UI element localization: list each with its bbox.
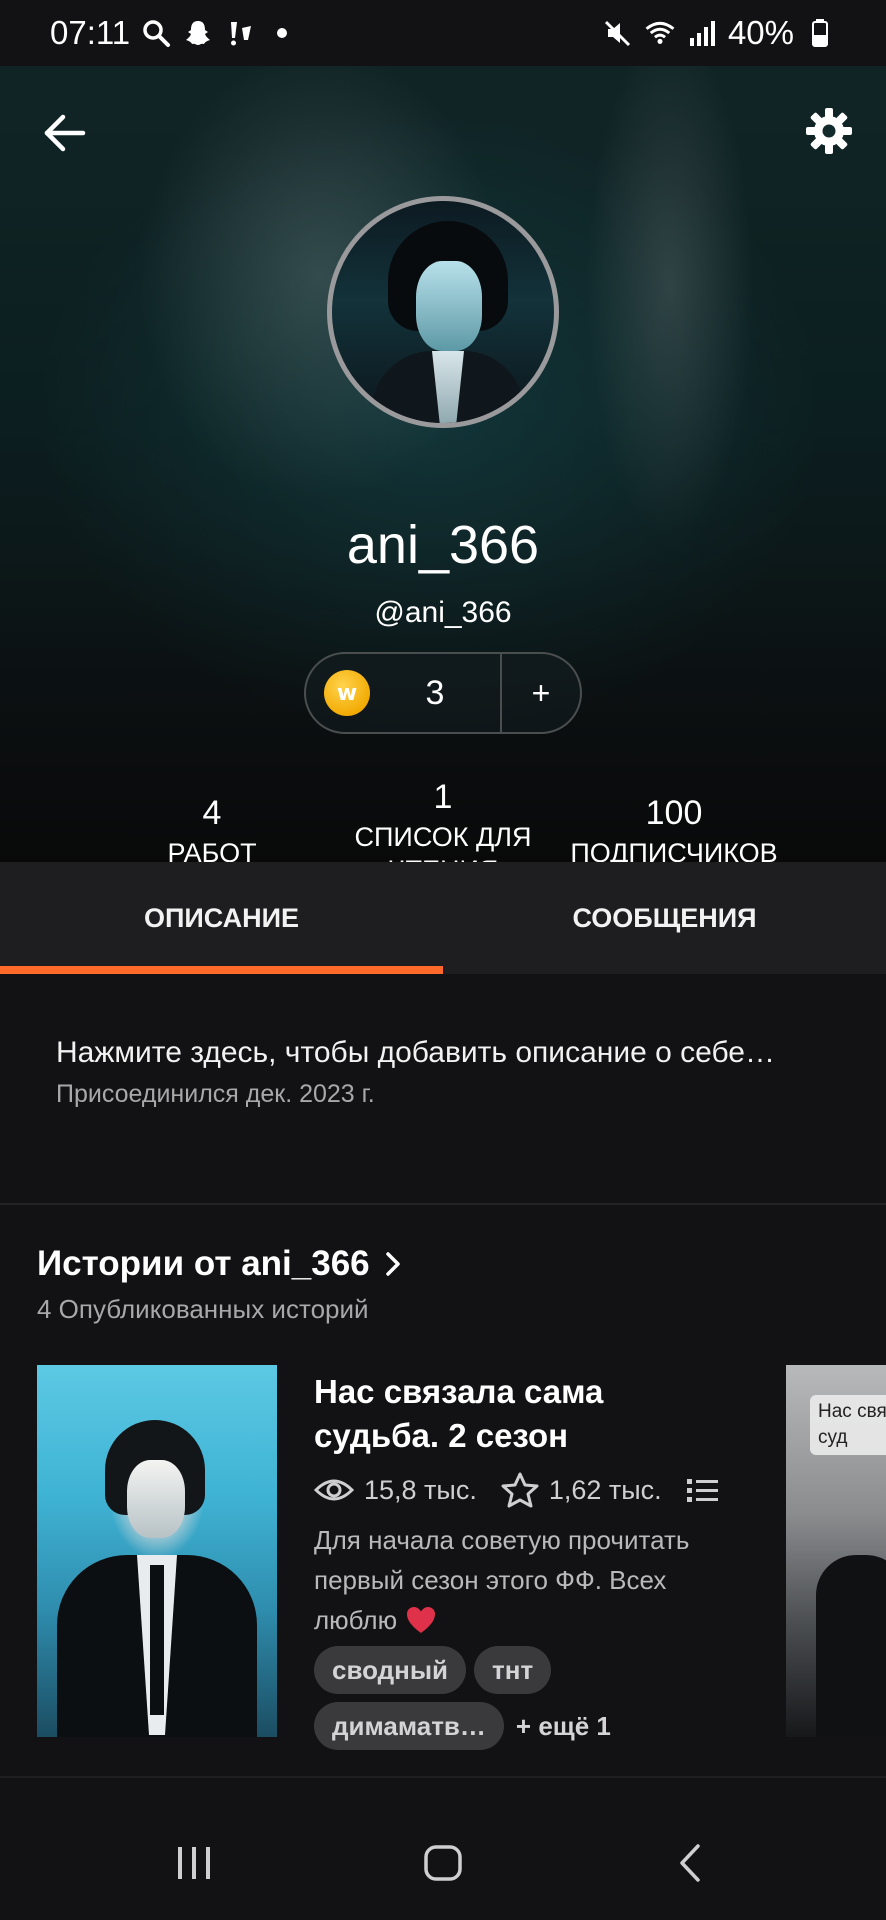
chevron-left-icon	[680, 1844, 700, 1882]
heart-icon	[407, 1607, 436, 1633]
battery-icon	[804, 17, 836, 49]
coin-icon: w	[324, 670, 370, 716]
stories-count: 4 Опубликованных историй	[37, 1294, 369, 1324]
stories-header-link[interactable]: Истории от ani_366	[37, 1244, 402, 1284]
profile-display-name: ani_366	[346, 515, 540, 575]
stat-works-value: 4	[202, 794, 222, 832]
coins-widget: w 3 +	[304, 652, 582, 734]
notification-icon	[224, 17, 256, 49]
home-icon	[424, 1845, 462, 1881]
system-nav-bar	[0, 1806, 886, 1920]
mute-icon	[602, 17, 634, 49]
profile-tabs: ОПИСАНИЕ СООБЩЕНИЯ	[0, 862, 886, 974]
recent-apps-button[interactable]	[154, 1828, 234, 1898]
settings-button[interactable]	[800, 102, 858, 160]
gear-icon	[806, 108, 852, 154]
story-tags: сводный тнт димаматв… + ещё 1	[314, 1646, 738, 1750]
arrow-left-icon	[44, 114, 86, 152]
nav-back-button[interactable]	[651, 1828, 731, 1898]
recent-apps-icon	[178, 1847, 210, 1879]
story-votes: 1,62 тыс.	[548, 1474, 662, 1505]
tag-chip[interactable]: димаматв…	[314, 1702, 504, 1750]
coin-count: 3	[425, 673, 445, 712]
stat-reading-label-line2: ЧТЕНИЯ	[323, 854, 563, 862]
more-tags-link[interactable]: + ещё 1	[512, 1711, 611, 1742]
snapchat-icon	[182, 17, 214, 49]
wifi-icon	[644, 17, 676, 49]
eye-icon	[314, 1476, 354, 1504]
back-button[interactable]	[38, 106, 92, 160]
divider	[0, 1203, 886, 1205]
stat-works[interactable]: 4 РАБОТ	[112, 794, 312, 862]
stories-title: Истории от ani_366	[37, 1244, 370, 1283]
profile-handle: @ani_366	[374, 596, 512, 629]
stat-reading-lists[interactable]: 1 СПИСОК ДЛЯ ЧТЕНИЯ	[323, 778, 563, 862]
story-meta: 15,8 тыс. 1,62 тыс.	[314, 1470, 738, 1510]
stat-works-label: РАБОТ	[167, 838, 257, 862]
story-cover-image[interactable]	[37, 1365, 277, 1737]
star-icon	[501, 1472, 539, 1508]
tag-chip[interactable]: тнт	[474, 1646, 552, 1694]
search-icon	[140, 17, 172, 49]
list-icon	[686, 1476, 720, 1504]
story-title-line2: судьба. 2 сезон	[314, 1417, 569, 1454]
profile-header: ani_366 @ani_366 w 3 + 4 РАБОТ 1 СПИСОК …	[0, 66, 886, 862]
active-tab-indicator	[0, 966, 443, 974]
stat-followers-value: 100	[645, 794, 703, 832]
signal-icon	[686, 17, 718, 49]
dot-icon	[266, 17, 298, 49]
joined-date: Присоединился дек. 2023 г.	[56, 1080, 375, 1108]
divider	[0, 1776, 886, 1778]
add-description-prompt[interactable]: Нажмите здесь, чтобы добавить описание о…	[56, 1036, 775, 1070]
stat-reading-value: 1	[433, 778, 453, 816]
tab-about[interactable]: ОПИСАНИЕ	[0, 862, 443, 974]
stat-followers-label: ПОДПИСЧИКОВ	[570, 838, 778, 862]
story-title-line1: Нас связала сама	[314, 1373, 604, 1410]
about-section: Нажмите здесь, чтобы добавить описание о…	[0, 974, 886, 1204]
story-card[interactable]: Нас связала сама судьба. 2 сезон 15,8 ты…	[314, 1370, 738, 1750]
tag-chip[interactable]: сводный	[314, 1646, 467, 1694]
battery-percent: 40%	[727, 14, 794, 51]
add-coins-button[interactable]: +	[502, 675, 580, 712]
next-story-cover[interactable]: Нас свя суд	[786, 1365, 886, 1737]
cover-background	[0, 66, 886, 862]
stat-followers[interactable]: 100 ПОДПИСЧИКОВ	[554, 794, 794, 862]
chevron-right-icon	[385, 1252, 400, 1276]
stat-reading-label-line1: СПИСОК ДЛЯ	[354, 822, 532, 852]
next-cover-text: Нас свя суд	[810, 1395, 886, 1455]
status-bar: 07:11 40%	[0, 0, 886, 66]
avatar[interactable]	[327, 196, 559, 428]
home-button[interactable]	[403, 1828, 483, 1898]
tab-messages[interactable]: СООБЩЕНИЯ	[443, 862, 886, 974]
story-description: Для начала советую прочитать первый сезо…	[314, 1525, 690, 1635]
story-reads: 15,8 тыс.	[364, 1474, 477, 1505]
status-time: 07:11	[50, 14, 131, 51]
profile-stats: 4 РАБОТ 1 СПИСОК ДЛЯ ЧТЕНИЯ 100 ПОДПИСЧИ…	[0, 766, 886, 862]
